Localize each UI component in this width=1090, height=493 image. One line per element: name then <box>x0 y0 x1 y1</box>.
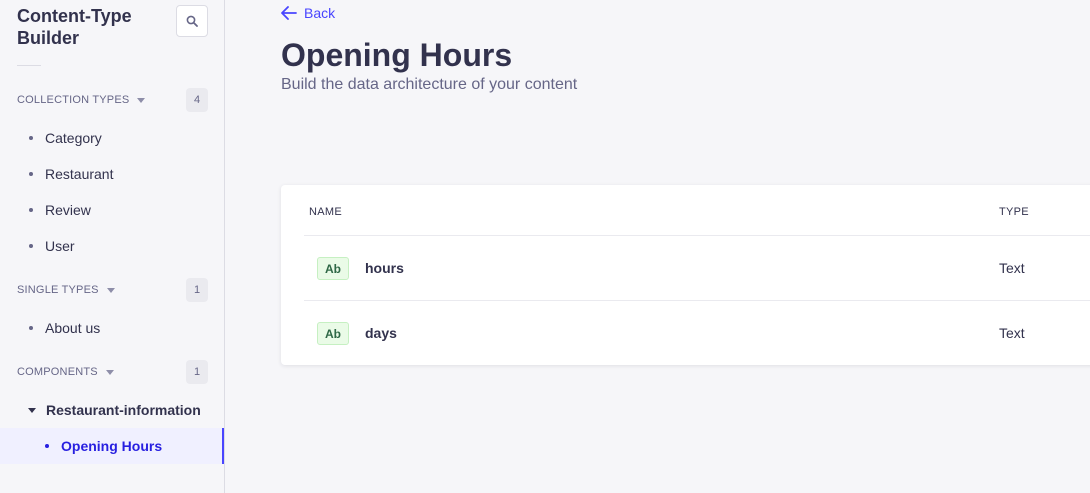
caret-down-icon <box>105 369 114 375</box>
bullet-icon <box>29 208 33 212</box>
back-link[interactable]: Back <box>281 5 335 21</box>
section-single-types[interactable]: SINGLE TYPES 1 <box>17 278 208 302</box>
sidebar-item-label: Review <box>45 202 91 218</box>
fields-table: NAME TYPE Ab hours Text Ab days Text <box>281 185 1090 365</box>
sidebar-item-label: Opening Hours <box>61 438 163 454</box>
sidebar-item-restaurant[interactable]: Restaurant <box>0 156 224 192</box>
field-name: hours <box>365 260 404 276</box>
caret-down-icon <box>106 287 115 293</box>
section-label: COMPONENTS <box>17 366 98 378</box>
sidebar-title: Content-Type Builder <box>17 6 132 48</box>
sidebar: Content-Type Builder COLLECTION TYPES 4 … <box>0 0 225 493</box>
sidebar-item-user[interactable]: User <box>0 228 224 264</box>
sidebar-item-review[interactable]: Review <box>0 192 224 228</box>
page-subtitle: Build the data architecture of your cont… <box>281 76 578 93</box>
sidebar-group-label: Restaurant-information <box>46 402 201 418</box>
section-count-badge: 1 <box>186 278 208 302</box>
section-collection-types[interactable]: COLLECTION TYPES 4 <box>17 88 208 112</box>
column-header-name: NAME <box>309 206 342 218</box>
section-label: COLLECTION TYPES <box>17 94 130 106</box>
table-row[interactable]: Ab days Text <box>304 301 1090 366</box>
sidebar-group-restaurant-information[interactable]: Restaurant-information <box>0 392 224 428</box>
sidebar-item-category[interactable]: Category <box>0 120 224 156</box>
section-label: SINGLE TYPES <box>17 284 99 296</box>
search-icon <box>186 15 198 27</box>
text-type-icon: Ab <box>317 322 349 345</box>
bullet-icon <box>29 172 33 176</box>
sidebar-item-label: User <box>45 238 75 254</box>
page-title: Opening Hours <box>281 37 513 73</box>
bullet-icon <box>29 244 33 248</box>
column-header-type: TYPE <box>999 206 1029 218</box>
bullet-icon <box>45 444 49 448</box>
section-count-badge: 1 <box>186 360 208 384</box>
section-count-badge: 4 <box>186 88 208 112</box>
bullet-icon <box>29 136 33 140</box>
field-type: Text <box>999 325 1025 341</box>
sidebar-item-label: About us <box>45 320 101 336</box>
sidebar-item-label: Category <box>45 130 102 146</box>
arrow-left-icon <box>281 6 297 20</box>
sidebar-divider <box>17 65 41 66</box>
bullet-icon <box>29 326 33 330</box>
sidebar-item-label: Restaurant <box>45 166 114 182</box>
search-button[interactable] <box>176 5 208 37</box>
back-label: Back <box>304 5 336 21</box>
field-type: Text <box>999 260 1025 276</box>
table-row[interactable]: Ab hours Text <box>304 236 1090 301</box>
caret-down-icon <box>28 407 36 413</box>
section-components[interactable]: COMPONENTS 1 <box>17 360 208 384</box>
caret-down-icon <box>137 97 146 103</box>
main-content: Back Opening Hours Build the data archit… <box>225 0 1090 493</box>
sidebar-item-about-us[interactable]: About us <box>0 310 224 346</box>
sidebar-item-opening-hours[interactable]: Opening Hours <box>0 428 224 464</box>
text-type-icon: Ab <box>317 257 349 280</box>
table-header: NAME TYPE <box>304 185 1090 236</box>
field-name: days <box>365 325 397 341</box>
